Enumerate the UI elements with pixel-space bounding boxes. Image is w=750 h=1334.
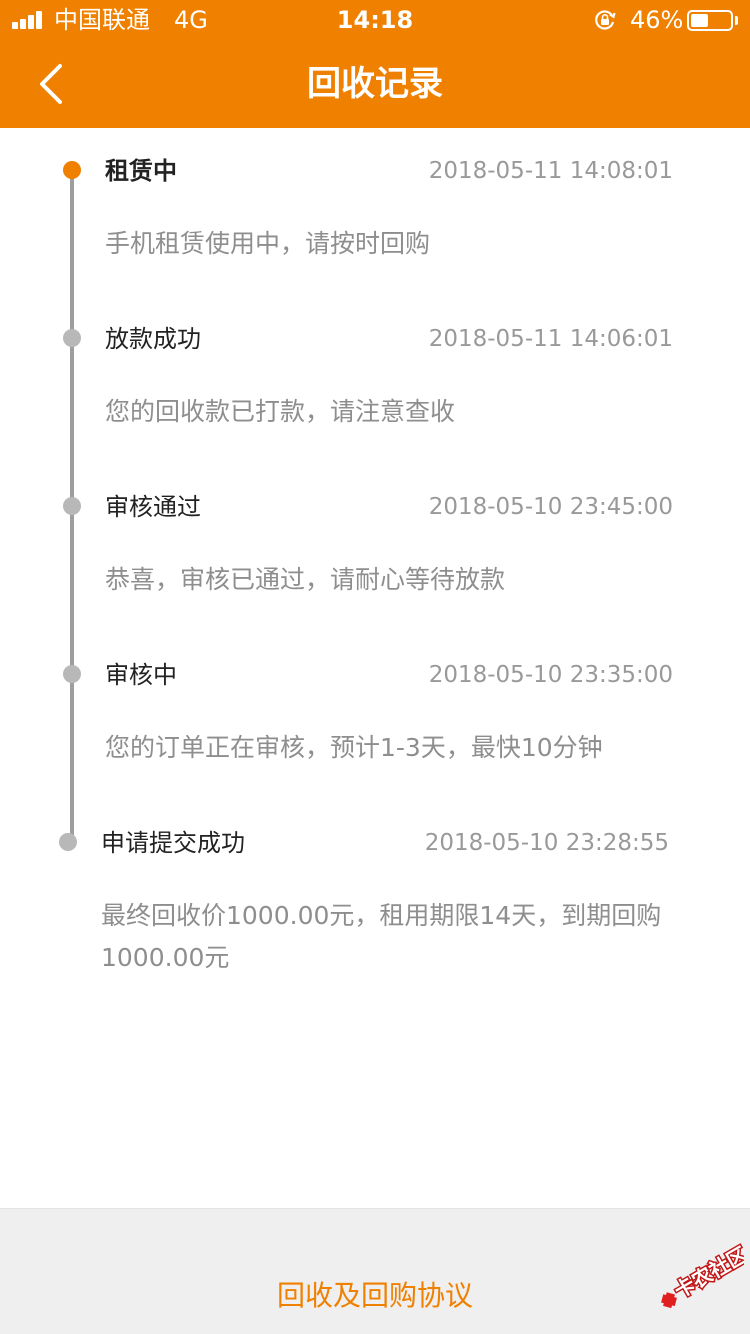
status-bar: 中国联通 4G 14:18 46%: [0, 0, 750, 40]
timeline-dot: [63, 497, 81, 515]
timeline-status: 放款成功: [105, 325, 201, 353]
agreement-link[interactable]: 回收及回购协议: [0, 1278, 750, 1314]
page-title: 回收记录: [307, 64, 443, 104]
battery-tip: [735, 16, 738, 25]
timeline-description-line: 1000.00元: [101, 943, 230, 972]
battery-percent: 46%: [630, 6, 684, 34]
svg-text:卡农社区: 卡农社区: [670, 1242, 744, 1303]
timeline-description: 您的订单正在审核，预计1-3天，最快10分钟: [105, 733, 603, 762]
timeline-timestamp: 2018-05-10 23:28:55: [424, 830, 669, 856]
timeline-status: 审核中: [105, 661, 177, 689]
timeline-timestamp: 2018-05-10 23:45:00: [428, 494, 673, 520]
timeline-timestamp: 2018-05-11 14:06:01: [428, 326, 673, 352]
nav-bar: 回收记录: [0, 40, 750, 128]
timeline-dot: [59, 833, 77, 851]
timeline-dot: [63, 665, 81, 683]
timeline-description: 恭喜，审核已通过，请耐心等待放款: [105, 565, 506, 594]
orientation-lock-icon: [595, 10, 616, 30]
timeline-description: 您的回收款已打款，请注意查收: [105, 397, 456, 426]
timeline-dot: [63, 329, 81, 347]
timeline-status: 审核通过: [105, 493, 201, 521]
timeline-status: 申请提交成功: [101, 829, 245, 857]
timeline-timestamp: 2018-05-11 14:08:01: [428, 158, 673, 184]
battery-icon: [687, 10, 733, 31]
watermark-logo: 卡农社区: [661, 1241, 744, 1309]
timeline-status: 租赁中: [105, 157, 177, 185]
timeline-description: 最终回收价1000.00元，租用期限14天，到期回购 1000.00元: [101, 895, 661, 979]
timeline-description: 手机租赁使用中，请按时回购: [105, 229, 431, 258]
timeline-timestamp: 2018-05-10 23:35:00: [428, 662, 673, 688]
timeline-description-line: 最终回收价1000.00元，租用期限14天，到期回购: [101, 901, 662, 930]
timeline-dot-active: [63, 161, 81, 179]
footer-bar: 回收及回购协议: [0, 1208, 750, 1334]
